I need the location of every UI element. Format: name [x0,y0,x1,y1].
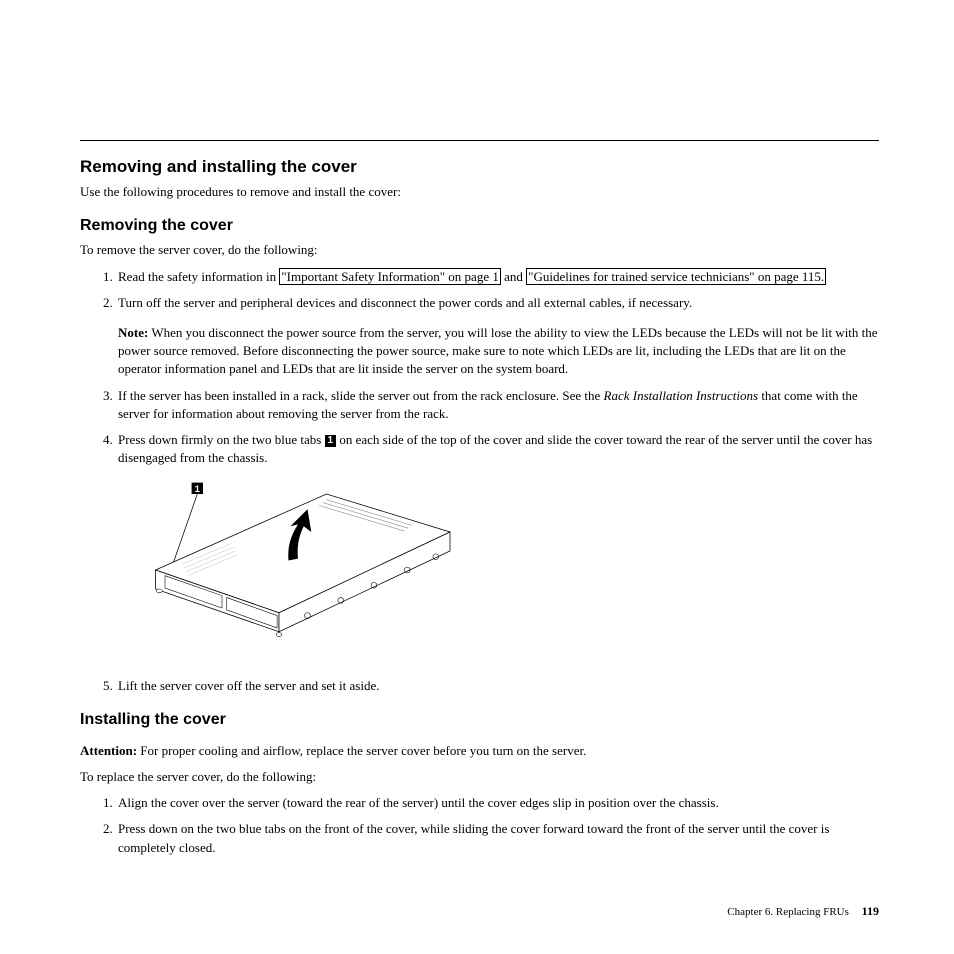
link-guidelines[interactable]: "Guidelines for trained service technici… [526,268,826,285]
list-item: Align the cover over the server (toward … [116,794,879,812]
step-text: and [501,269,526,284]
page-footer: Chapter 6. Replacing FRUs 119 [727,903,879,920]
removing-steps-list: Read the safety information in "Importan… [80,268,879,696]
step-text: If the server has been installed in a ra… [118,388,604,403]
section-heading-installing: Installing the cover [80,709,879,731]
removing-intro: To remove the server cover, do the follo… [80,241,879,259]
section-intro: Use the following procedures to remove a… [80,183,879,201]
section-heading-removing: Removing the cover [80,215,879,237]
installing-steps-list: Align the cover over the server (toward … [80,794,879,857]
note-block: Note: When you disconnect the power sour… [118,324,879,379]
page-number: 119 [862,904,879,918]
chapter-label: Chapter 6. Replacing FRUs [727,906,849,918]
step-text: Press down firmly on the two blue tabs [118,432,325,447]
step-text: Align the cover over the server (toward … [118,795,719,810]
horizontal-rule [80,140,879,141]
attention-label: Attention: [80,743,137,758]
svg-text:1: 1 [195,484,201,495]
attention-block: Attention: For proper cooling and airflo… [80,742,879,760]
callout-1-inline: 1 [325,435,337,447]
server-illustration: 1 [128,475,468,665]
list-item: If the server has been installed in a ra… [116,387,879,423]
step-text: Read the safety information in [118,269,279,284]
step-text: Turn off the server and peripheral devic… [118,295,692,310]
list-item: Read the safety information in "Importan… [116,268,879,286]
note-label: Note: [118,325,148,340]
list-item: Turn off the server and peripheral devic… [116,294,879,379]
server-cover-figure: 1 [128,475,879,665]
section-heading-removing-installing: Removing and installing the cover [80,155,879,179]
note-body: When you disconnect the power source fro… [118,325,878,376]
attention-body: For proper cooling and airflow, replace … [137,743,586,758]
step-italic: Rack Installation Instructions [604,388,759,403]
list-item: Lift the server cover off the server and… [116,677,879,695]
page: Removing and installing the cover Use th… [0,0,954,954]
list-item: Press down on the two blue tabs on the f… [116,820,879,856]
step-text: Lift the server cover off the server and… [118,678,379,693]
link-safety-info[interactable]: "Important Safety Information" on page 1 [279,268,500,285]
list-item: Press down firmly on the two blue tabs 1… [116,431,879,665]
installing-intro: To replace the server cover, do the foll… [80,768,879,786]
step-text: Press down on the two blue tabs on the f… [118,821,829,854]
